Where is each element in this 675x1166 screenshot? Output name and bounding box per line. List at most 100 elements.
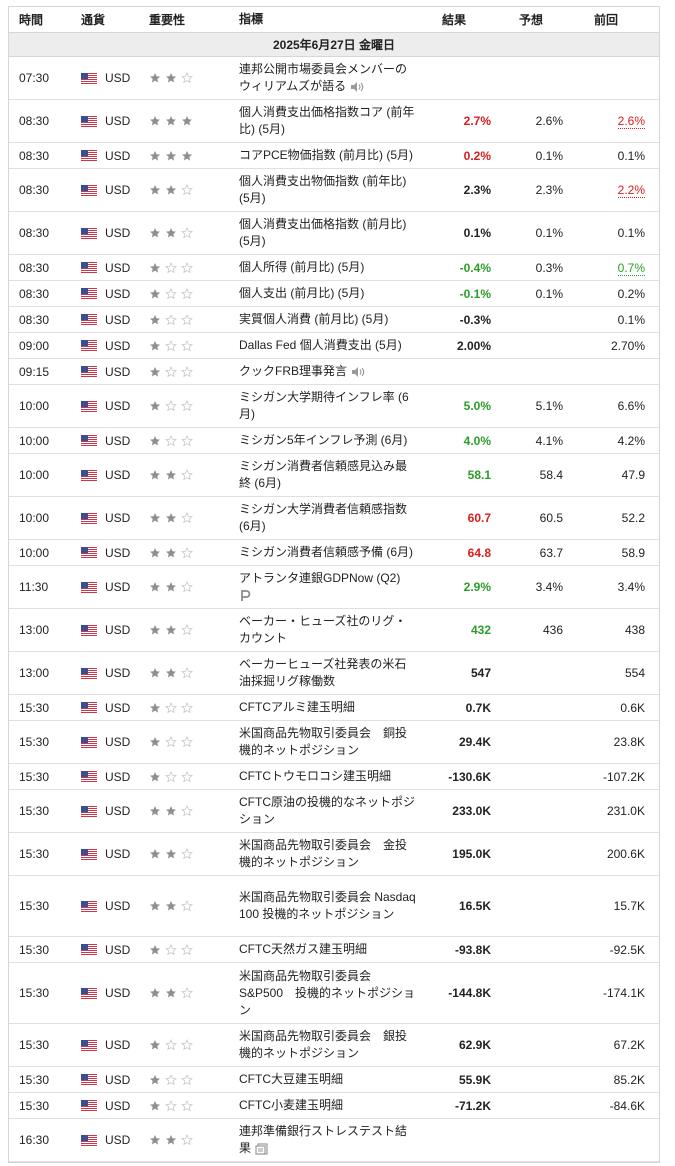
event-name[interactable]: ベーカー・ヒューズ社のリグ・カウント bbox=[227, 613, 417, 647]
table-row[interactable]: 15:30 USD 米国商品先物取引委員会 銀投機的ネットポジション 62.9K 67.… bbox=[9, 1024, 659, 1067]
p-icon[interactable] bbox=[239, 589, 253, 602]
previous-value-text[interactable]: 2.2% bbox=[617, 183, 645, 198]
table-row[interactable]: 10:00 USD ミシガン大学期待インフレ率 (6月) 5.0% 5.1% 6.6% bbox=[9, 385, 659, 428]
table-row[interactable]: 08:30 USD 実質個人消費 (前月比) (5月) -0.3% 0.1% bbox=[9, 307, 659, 333]
table-row[interactable]: 15:30 USD 米国商品先物取引委員会 S&P500 投機的ネットポジション -1… bbox=[9, 963, 659, 1024]
speaker-icon[interactable] bbox=[351, 366, 365, 378]
table-row[interactable]: 10:00 USD ミシガン消費者信頼感予備 (6月) 64.8 63.7 58.9 bbox=[9, 540, 659, 566]
table-row[interactable]: 08:30 USD 個人消費支出物価指数 (前年比) (5月) 2.3% 2.3% 2.2… bbox=[9, 169, 659, 212]
event-name-text[interactable]: CFTCアルミ建玉明細 bbox=[239, 700, 355, 714]
table-row[interactable]: 15:30 USD CFTC大豆建玉明細 55.9K 85.2K bbox=[9, 1067, 659, 1093]
event-name[interactable]: CFTC天然ガス建玉明細 bbox=[227, 941, 417, 958]
table-row[interactable]: 08:30 USD 個人消費支出価格指数コア (前年比) (5月) 2.7% 2.6% 2… bbox=[9, 100, 659, 143]
event-name[interactable]: 個人消費支出価格指数 (前月比) (5月) bbox=[227, 216, 417, 250]
table-row[interactable]: 15:30 USD CFTC小麦建玉明細 -71.2K -84.6K bbox=[9, 1093, 659, 1119]
event-name[interactable]: ミシガン大学消費者信頼感指数 (6月) bbox=[227, 501, 417, 535]
event-name[interactable]: 米国商品先物取引委員会 銀投機的ネットポジション bbox=[227, 1028, 417, 1062]
event-name[interactable]: ミシガン消費者信頼感予備 (6月) bbox=[227, 544, 417, 561]
event-name[interactable]: アトランタ連銀GDPNow (Q2) bbox=[227, 570, 417, 604]
table-row[interactable]: 08:30 USD 個人所得 (前月比) (5月) -0.4% 0.3% 0.7% bbox=[9, 255, 659, 281]
event-name[interactable]: 個人支出 (前月比) (5月) bbox=[227, 285, 417, 302]
event-name-text[interactable]: ベーカー・ヒューズ社のリグ・カウント bbox=[239, 614, 406, 645]
table-row[interactable]: 10:00 USD ミシガン5年インフレ予測 (6月) 4.0% 4.1% 4.2% bbox=[9, 428, 659, 454]
table-row[interactable]: 13:00 USD ベーカーヒューズ社発表の米石油採掘リグ稼働数 547 554 bbox=[9, 652, 659, 695]
event-name-text[interactable]: 連邦公開市場委員会メンバーのウィリアムズが語る bbox=[239, 62, 407, 93]
event-name-text[interactable]: CFTCトウモロコシ建玉明細 bbox=[239, 769, 391, 783]
event-name-text[interactable]: ミシガン大学消費者信頼感指数 (6月) bbox=[239, 502, 407, 533]
event-name[interactable]: 米国商品先物取引委員会 金投機的ネットポジション bbox=[227, 837, 417, 871]
table-row[interactable]: 15:30 USD 米国商品先物取引委員会 Nasdaq 100 投機的ネットポジシ… bbox=[9, 876, 659, 937]
event-name-text[interactable]: 米国商品先物取引委員会 S&P500 投機的ネットポジション bbox=[239, 969, 415, 1017]
event-name[interactable]: CFTC小麦建玉明細 bbox=[227, 1097, 417, 1114]
table-row[interactable]: 08:30 USD 個人支出 (前月比) (5月) -0.1% 0.1% 0.2% bbox=[9, 281, 659, 307]
event-name-text[interactable]: ベーカーヒューズ社発表の米石油採掘リグ稼働数 bbox=[239, 657, 406, 688]
event-name-text[interactable]: CFTC小麦建玉明細 bbox=[239, 1098, 343, 1112]
speaker-icon[interactable] bbox=[350, 81, 364, 93]
event-name[interactable]: ベーカーヒューズ社発表の米石油採掘リグ稼働数 bbox=[227, 656, 417, 690]
event-name[interactable]: 米国商品先物取引委員会 Nasdaq 100 投機的ネットポジション bbox=[227, 889, 417, 923]
table-row[interactable]: 10:00 USD ミシガン消費者信頼感見込み最終 (6月) 58.1 58.4 47.9 bbox=[9, 454, 659, 497]
table-row[interactable]: 09:00 USD Dallas Fed 個人消費支出 (5月) 2.00% 2.70% bbox=[9, 333, 659, 359]
event-name[interactable]: CFTCアルミ建玉明細 bbox=[227, 699, 417, 716]
event-name-text[interactable]: アトランタ連銀GDPNow (Q2) bbox=[239, 571, 400, 585]
event-name[interactable]: 連邦公開市場委員会メンバーのウィリアムズが語る bbox=[227, 61, 417, 95]
table-row[interactable]: 15:30 USD CFTCトウモロコシ建玉明細 -130.6K -107.2K bbox=[9, 764, 659, 790]
table-row[interactable]: 08:30 USD コアPCE物価指数 (前月比) (5月) 0.2% 0.1% 0.1% bbox=[9, 143, 659, 169]
previous-value-text[interactable]: 2.6% bbox=[617, 114, 645, 129]
table-row[interactable]: 10:00 USD ミシガン大学消費者信頼感指数 (6月) 60.7 60.5 52.2 bbox=[9, 497, 659, 540]
table-row[interactable]: 15:30 USD CFTC原油の投機的なネットポジション 233.0K 231.0K bbox=[9, 790, 659, 833]
event-name-text[interactable]: 実質個人消費 (前月比) (5月) bbox=[239, 312, 388, 326]
event-name-text[interactable]: CFTC天然ガス建玉明細 bbox=[239, 942, 367, 956]
event-name[interactable]: 個人所得 (前月比) (5月) bbox=[227, 259, 417, 276]
event-name-text[interactable]: 米国商品先物取引委員会 Nasdaq 100 投機的ネットポジション bbox=[239, 890, 416, 921]
table-row[interactable]: 15:30 USD CFTC天然ガス建玉明細 -93.8K -92.5K bbox=[9, 937, 659, 963]
table-row[interactable]: 15:30 USD 米国商品先物取引委員会 銅投機的ネットポジション 29.4K 23.… bbox=[9, 721, 659, 764]
event-name[interactable]: 米国商品先物取引委員会 S&P500 投機的ネットポジション bbox=[227, 968, 417, 1019]
event-name-text[interactable]: Dallas Fed 個人消費支出 (5月) bbox=[239, 338, 402, 352]
event-name-text[interactable]: クックFRB理事発言 bbox=[239, 364, 347, 378]
table-row[interactable]: 08:30 USD 個人消費支出価格指数 (前月比) (5月) 0.1% 0.1% 0.1… bbox=[9, 212, 659, 255]
event-name[interactable]: 個人消費支出物価指数 (前年比) (5月) bbox=[227, 173, 417, 207]
header-forecast[interactable]: 予想 bbox=[499, 11, 567, 28]
event-name[interactable]: ミシガン5年インフレ予測 (6月) bbox=[227, 432, 417, 449]
event-name-text[interactable]: 米国商品先物取引委員会 金投機的ネットポジション bbox=[239, 838, 407, 869]
event-name-text[interactable]: 米国商品先物取引委員会 銀投機的ネットポジション bbox=[239, 1029, 407, 1060]
event-name[interactable]: CFTC大豆建玉明細 bbox=[227, 1071, 417, 1088]
event-name-text[interactable]: ミシガン消費者信頼感見込み最終 (6月) bbox=[239, 459, 407, 490]
header-time[interactable]: 時間 bbox=[9, 11, 71, 28]
header-importance[interactable]: 重要性 bbox=[137, 11, 227, 28]
header-event[interactable]: 指標 bbox=[227, 11, 417, 28]
event-name-text[interactable]: 個人消費支出価格指数コア (前年比) (5月) bbox=[239, 105, 414, 136]
table-row[interactable]: 09:15 USD クックFRB理事発言 bbox=[9, 359, 659, 385]
event-name[interactable]: 実質個人消費 (前月比) (5月) bbox=[227, 311, 417, 328]
event-name-text[interactable]: ミシガン5年インフレ予測 (6月) bbox=[239, 433, 407, 447]
event-name-text[interactable]: 個人所得 (前月比) (5月) bbox=[239, 260, 364, 274]
event-name[interactable]: クックFRB理事発言 bbox=[227, 363, 417, 380]
event-name[interactable]: Dallas Fed 個人消費支出 (5月) bbox=[227, 337, 417, 354]
event-name[interactable]: 個人消費支出価格指数コア (前年比) (5月) bbox=[227, 104, 417, 138]
table-row[interactable]: 15:30 USD CFTCアルミ建玉明細 0.7K 0.6K bbox=[9, 695, 659, 721]
table-row[interactable]: 15:30 USD 米国商品先物取引委員会 金投機的ネットポジション 195.0K 20… bbox=[9, 833, 659, 876]
event-name[interactable]: ミシガン大学期待インフレ率 (6月) bbox=[227, 389, 417, 423]
event-name[interactable]: ミシガン消費者信頼感見込み最終 (6月) bbox=[227, 458, 417, 492]
event-name-text[interactable]: コアPCE物価指数 (前月比) (5月) bbox=[239, 148, 413, 162]
event-name[interactable]: CFTCトウモロコシ建玉明細 bbox=[227, 768, 417, 785]
table-row[interactable]: 11:30 USD アトランタ連銀GDPNow (Q2) 2.9% 3.4% 3.4% bbox=[9, 566, 659, 609]
table-row[interactable]: 13:00 USD ベーカー・ヒューズ社のリグ・カウント 432 436 438 bbox=[9, 609, 659, 652]
table-row[interactable]: 07:30 USD 連邦公開市場委員会メンバーのウィリアムズが語る bbox=[9, 57, 659, 100]
header-actual[interactable]: 結果 bbox=[417, 11, 499, 28]
event-name-text[interactable]: CFTC原油の投機的なネットポジション bbox=[239, 795, 415, 826]
header-currency[interactable]: 通貨 bbox=[71, 11, 137, 28]
event-name-text[interactable]: 個人消費支出価格指数 (前月比) (5月) bbox=[239, 217, 406, 248]
event-name-text[interactable]: ミシガン大学期待インフレ率 (6月) bbox=[239, 390, 409, 421]
event-name-text[interactable]: 個人消費支出物価指数 (前年比) (5月) bbox=[239, 174, 406, 205]
table-row[interactable]: 16:30 USD 連邦準備銀行ストレステスト結果 bbox=[9, 1119, 659, 1162]
previous-value-text[interactable]: 0.7% bbox=[617, 260, 645, 276]
event-name-text[interactable]: ミシガン消費者信頼感予備 (6月) bbox=[239, 545, 413, 559]
event-name[interactable]: CFTC原油の投機的なネットポジション bbox=[227, 794, 417, 828]
event-name-text[interactable]: 米国商品先物取引委員会 銅投機的ネットポジション bbox=[239, 726, 407, 757]
document-icon[interactable] bbox=[255, 1143, 269, 1155]
event-name[interactable]: 米国商品先物取引委員会 銅投機的ネットポジション bbox=[227, 725, 417, 759]
header-previous[interactable]: 前回 bbox=[567, 11, 655, 28]
event-name-text[interactable]: 個人支出 (前月比) (5月) bbox=[239, 286, 364, 300]
